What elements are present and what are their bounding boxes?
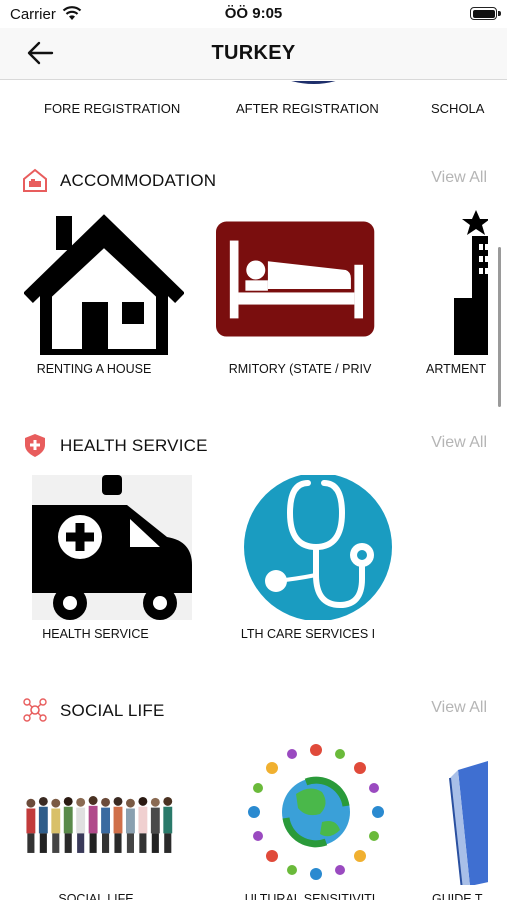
clock: ÖÖ 9:05 xyxy=(224,5,283,22)
card-label: GUIDE T xyxy=(432,892,483,900)
page-title: TURKEY xyxy=(211,42,296,64)
section-header: SOCIAL LIFE View All xyxy=(0,695,507,735)
status-bar: Carrier ÖÖ 9:05 xyxy=(0,0,507,28)
card-health-care-services[interactable]: LTH CARE SERVICES I xyxy=(226,475,396,650)
card-cultural-sensitivity[interactable]: ULTURAL SENSITIVITI xyxy=(226,740,396,900)
card-dormitory[interactable]: RMITORY (STATE / PRIV xyxy=(206,210,376,385)
section-title: HEALTH SERVICE xyxy=(60,436,208,455)
strip-item-after-registration[interactable]: AFTER REGISTRATION xyxy=(236,101,386,116)
card-label: SOCIAL LIFE xyxy=(58,892,134,900)
section-header: ACCOMMODATION View All xyxy=(0,165,507,205)
view-all-link[interactable]: View All xyxy=(431,434,487,452)
card-health-service[interactable]: HEALTH SERVICE xyxy=(22,475,192,650)
section-accommodation: ACCOMMODATION View All RENTING A HOUSE R… xyxy=(0,165,507,407)
globe-people-image xyxy=(248,744,384,880)
horizontal-scroll-indicator xyxy=(498,247,501,407)
battery-icon xyxy=(470,7,501,20)
card-guide[interactable]: GUIDE T xyxy=(426,740,488,900)
building-image xyxy=(454,210,488,355)
crowd-image xyxy=(26,796,173,853)
card-social-life[interactable]: SOCIAL LIFE xyxy=(12,740,182,900)
card-label: RMITORY (STATE / PRIV xyxy=(228,362,372,376)
ambulance-image xyxy=(32,475,192,620)
house-image xyxy=(24,214,184,355)
shield-plus-icon xyxy=(25,434,45,457)
stethoscope-image xyxy=(244,475,392,620)
card-renting-house[interactable]: RENTING A HOUSE xyxy=(14,210,184,385)
house-icon xyxy=(23,168,47,192)
section-health-service: HEALTH SERVICE View All HEALTH SERVICE L… xyxy=(0,430,507,670)
book-image xyxy=(449,761,488,885)
view-all-link[interactable]: View All xyxy=(431,169,487,187)
card-label: ULTURAL SENSITIVITI xyxy=(244,892,376,900)
section-social-life: SOCIAL LIFE View All SOCIAL LIFE ULTURAL… xyxy=(0,695,507,900)
card-apartment[interactable]: ARTMENT xyxy=(426,210,488,385)
section-header: HEALTH SERVICE View All xyxy=(0,430,507,470)
card-label: RENTING A HOUSE xyxy=(36,362,152,376)
card-label: LTH CARE SERVICES I xyxy=(240,627,376,641)
strip-item-scholarship[interactable]: SCHOLA xyxy=(431,101,487,116)
navigation-bar: TURKEY xyxy=(0,28,507,80)
section-title: SOCIAL LIFE xyxy=(60,701,165,720)
card-label: ARTMENT xyxy=(426,362,487,376)
people-network-icon xyxy=(23,698,47,722)
section-title: ACCOMMODATION xyxy=(60,171,217,190)
scroll-content[interactable]: FORE REGISTRATION AFTER REGISTRATION SCH… xyxy=(0,81,507,900)
registration-strip: FORE REGISTRATION AFTER REGISTRATION SCH… xyxy=(0,81,507,126)
view-all-link[interactable]: View All xyxy=(431,699,487,717)
bed-image xyxy=(216,221,375,337)
strip-item-before-registration[interactable]: FORE REGISTRATION xyxy=(44,101,184,116)
card-label: HEALTH SERVICE xyxy=(42,627,149,641)
registration-image xyxy=(291,81,336,84)
